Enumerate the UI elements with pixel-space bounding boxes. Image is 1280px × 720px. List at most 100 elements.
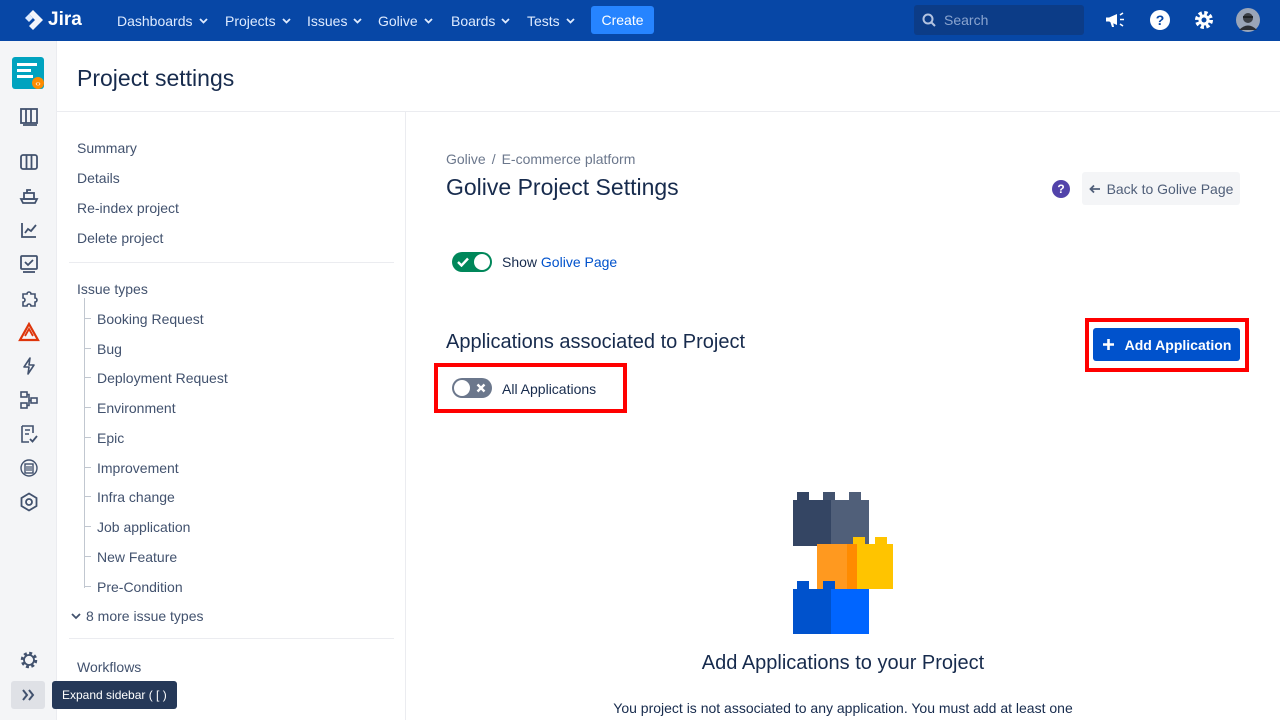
settings-nav-workflows[interactable]: Workflows [77,659,141,675]
chevron-down-icon [424,17,433,24]
issue-type-item[interactable]: Bug [97,341,122,357]
svg-text:?: ? [1156,12,1165,28]
search-input[interactable] [944,12,1074,28]
divider [69,638,394,639]
nav-projects[interactable]: Projects [225,0,291,41]
issue-type-item[interactable]: Booking Request [97,311,204,327]
issue-type-item[interactable]: New Feature [97,549,177,565]
double-chevron-right-icon [22,689,35,701]
nav-dashboards-label: Dashboards [117,12,193,29]
add-application-label: Add Application [1124,336,1232,353]
toggle-knob [474,254,490,270]
golive-page-link[interactable]: Golive Page [541,254,617,270]
tree-tick [84,467,91,468]
arrow-left-icon [1088,184,1100,193]
chevron-down-icon [71,612,81,619]
warning-icon[interactable] [18,321,40,343]
chart-icon[interactable] [18,219,40,241]
diagram-icon[interactable] [18,389,40,411]
tree-tick [84,526,91,527]
applications-section-title: Applications associated to Project [446,331,746,353]
columns-icon[interactable] [18,151,40,173]
chevron-down-icon [353,17,363,24]
hexagon-icon[interactable] [18,491,40,513]
divider [69,262,394,263]
nav-golive-label: Golive [378,12,418,29]
create-button[interactable]: Create [591,6,654,34]
issue-type-item[interactable]: Job application [97,519,190,535]
jira-logo-icon [25,10,43,30]
toggle-knob [454,380,470,396]
plus-icon [1102,339,1114,350]
top-navigation: Jira Dashboards Projects Issues Golive B… [0,0,1280,41]
jira-logo-text: Jira [48,9,82,30]
show-golive-label: Show Golive Page [502,254,617,270]
issue-type-item[interactable]: Environment [97,400,176,416]
breadcrumb-project[interactable]: E-commerce platform [502,151,636,167]
gear-icon[interactable] [1192,8,1216,32]
show-golive-toggle[interactable] [452,252,492,272]
nav-boards[interactable]: Boards [451,0,510,41]
issue-type-item[interactable]: Pre-Condition [97,579,183,595]
tree-tick [84,496,91,497]
search-icon [922,13,936,27]
tree-tick [84,586,91,587]
settings-icon[interactable] [18,649,40,671]
back-button-label: Back to Golive Page [1106,180,1234,197]
issue-type-item[interactable]: Infra change [97,489,175,505]
project-avatar[interactable]: ‹› [12,57,44,89]
add-application-button[interactable]: Add Application [1093,328,1240,361]
expand-sidebar-button[interactable] [11,681,45,709]
settings-nav-details[interactable]: Details [77,170,120,186]
svg-text:‹›: ‹› [35,79,41,88]
issue-type-item[interactable]: Epic [97,430,124,446]
help-icon[interactable]: ? [1148,8,1172,32]
issue-type-item[interactable]: Improvement [97,460,179,476]
tree-line [84,298,85,588]
cross-icon [473,380,489,396]
nav-issues[interactable]: Issues [307,0,363,41]
more-issue-types-toggle[interactable]: 8 more issue types [71,608,204,624]
checklist-icon[interactable] [18,253,40,275]
tree-tick [84,377,91,378]
nav-projects-label: Projects [225,12,276,29]
breadcrumb-separator: / [491,151,496,167]
settings-nav-issue-types[interactable]: Issue types [77,281,148,297]
chevron-down-icon [566,17,575,24]
settings-nav-summary[interactable]: Summary [77,140,137,156]
chevron-down-icon [281,17,291,24]
megaphone-icon[interactable] [1104,8,1128,32]
all-applications-toggle[interactable] [452,378,492,398]
empty-state-title: Add Applications to your Project [701,652,985,674]
document-check-icon[interactable] [18,423,40,445]
settings-nav-delete[interactable]: Delete project [77,230,163,246]
nav-tests[interactable]: Tests [527,0,575,41]
tree-tick [84,407,91,408]
search-box[interactable] [914,5,1084,35]
back-to-golive-button[interactable]: Back to Golive Page [1082,172,1240,205]
page-header: Project settings [57,41,1280,112]
nav-issues-label: Issues [307,12,348,29]
left-rail: ‹› [0,41,57,720]
all-applications-label: All Applications [502,381,597,397]
avatar[interactable] [1236,8,1260,32]
tree-tick [84,348,91,349]
help-circle-icon[interactable]: ? [1052,180,1070,198]
nav-dashboards[interactable]: Dashboards [117,0,208,41]
show-prefix: Show [502,254,538,270]
ship-icon[interactable] [18,185,40,207]
empty-state-description: You project is not associated to any app… [613,700,1073,716]
jira-logo[interactable]: Jira [22,9,82,31]
bolt-icon[interactable] [18,355,40,377]
tree-tick [84,556,91,557]
nav-boards-label: Boards [451,12,496,29]
building-icon[interactable] [18,457,40,479]
board-icon[interactable] [18,106,40,128]
issue-type-item[interactable]: Deployment Request [97,370,228,386]
nav-golive[interactable]: Golive [378,0,433,41]
check-icon [455,254,471,270]
breadcrumb-golive[interactable]: Golive [446,151,486,167]
puzzle-icon[interactable] [18,287,40,309]
more-issue-types-label: 8 more issue types [86,608,204,624]
settings-nav-reindex[interactable]: Re-index project [77,200,179,216]
